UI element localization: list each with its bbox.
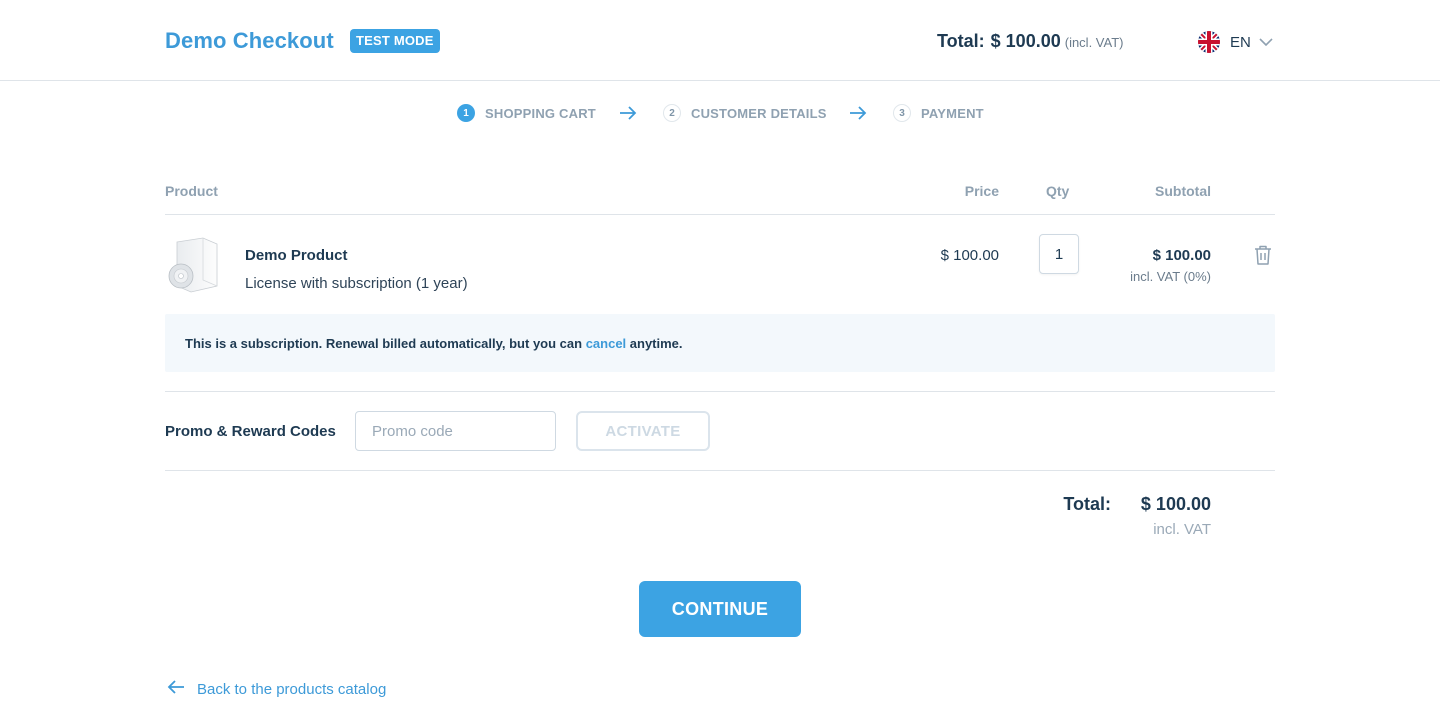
- promo-code-input[interactable]: [355, 411, 556, 451]
- product-subtotal-vat: incl. VAT (0%): [1130, 269, 1211, 284]
- arrow-left-icon: [167, 680, 185, 698]
- product-box-icon: [165, 236, 223, 294]
- step-shopping-cart[interactable]: 1 SHOPPING CART: [457, 104, 596, 122]
- product-price: $ 100.00: [940, 247, 999, 264]
- subscription-notice: This is a subscription. Renewal billed a…: [165, 314, 1275, 372]
- cart-table-header: Product Price Qty Subtotal: [165, 181, 1275, 215]
- brand-title[interactable]: Demo Checkout: [165, 28, 334, 54]
- notice-text-after: anytime.: [626, 336, 683, 351]
- step-number: 2: [663, 104, 681, 122]
- step-label: CUSTOMER DETAILS: [691, 105, 827, 121]
- arrow-right-icon: [849, 106, 867, 125]
- promo-label: Promo & Reward Codes: [165, 423, 336, 440]
- checkout-steps: 1 SHOPPING CART 2 CUSTOMER DETAILS 3 PAY…: [0, 104, 1440, 124]
- divider: [165, 391, 1275, 392]
- header-total-amount: $ 100.00: [990, 31, 1061, 51]
- step-label: PAYMENT: [921, 105, 984, 121]
- header-subtotal: Subtotal: [1155, 183, 1211, 199]
- header-total-vat: (incl. VAT): [1064, 35, 1124, 50]
- header-price: Price: [964, 183, 999, 199]
- trash-icon[interactable]: [1254, 245, 1272, 270]
- cart-item-row: Demo Product License with subscription (…: [165, 216, 1275, 314]
- arrow-right-icon: [619, 106, 637, 125]
- header-product: Product: [165, 183, 218, 199]
- total-vat: incl. VAT: [1153, 521, 1211, 538]
- step-customer-details[interactable]: 2 CUSTOMER DETAILS: [663, 104, 827, 122]
- step-payment[interactable]: 3 PAYMENT: [893, 104, 984, 122]
- continue-button[interactable]: CONTINUE: [639, 581, 801, 637]
- language-code: EN: [1230, 33, 1251, 51]
- total-amount: $ 100.00: [1140, 494, 1211, 514]
- product-name: Demo Product: [245, 247, 348, 264]
- back-link-text: Back to the products catalog: [197, 680, 387, 698]
- chevron-down-icon: [1259, 33, 1273, 51]
- quantity-field[interactable]: 1: [1039, 234, 1079, 274]
- product-subtotal: $ 100.00: [1152, 247, 1211, 264]
- activate-button[interactable]: ACTIVATE: [576, 411, 710, 451]
- cancel-link[interactable]: cancel: [586, 336, 626, 351]
- divider: [165, 470, 1275, 471]
- header-total-label: Total:: [937, 31, 985, 51]
- back-to-catalog-link[interactable]: Back to the products catalog: [167, 680, 386, 698]
- step-label: SHOPPING CART: [485, 105, 596, 121]
- language-selector[interactable]: EN: [1198, 30, 1273, 54]
- test-mode-badge: TEST MODE: [350, 29, 440, 53]
- step-number: 3: [893, 104, 911, 122]
- uk-flag-icon: [1198, 31, 1220, 53]
- total-label: Total:: [1063, 494, 1111, 514]
- header-qty: Qty: [1046, 183, 1070, 199]
- product-description: License with subscription (1 year): [245, 275, 468, 292]
- header: Demo Checkout TEST MODE Total: $ 100.00 (i…: [0, 0, 1440, 81]
- step-number: 1: [457, 104, 475, 122]
- notice-text: This is a subscription. Renewal billed a…: [185, 336, 683, 351]
- header-total: Total: $ 100.00 (incl. VAT): [937, 31, 1123, 52]
- notice-text-before: This is a subscription. Renewal billed a…: [185, 336, 586, 351]
